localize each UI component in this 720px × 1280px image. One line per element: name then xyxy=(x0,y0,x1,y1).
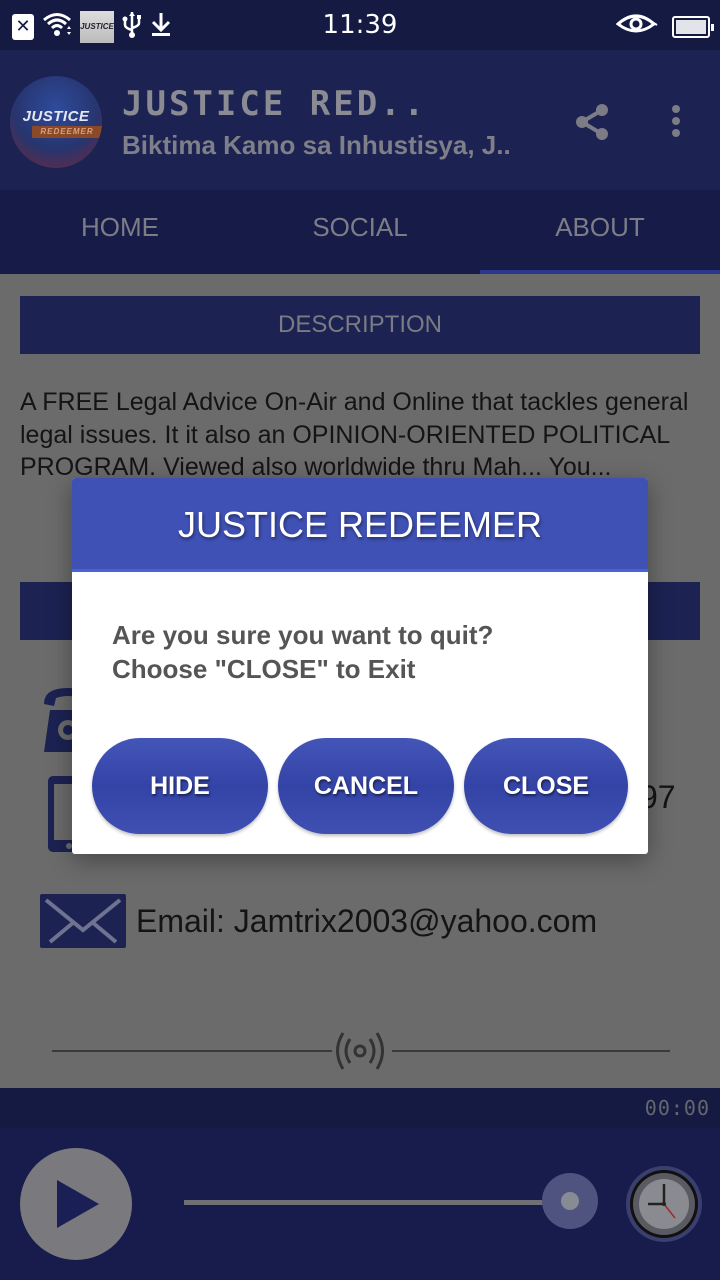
quit-dialog: JUSTICE REDEEMER Are you sure you want t… xyxy=(72,478,648,854)
play-button[interactable] xyxy=(20,1148,132,1260)
broadcast-icon xyxy=(334,1030,386,1072)
audio-player xyxy=(0,1128,720,1280)
app-logo: JUSTICE REDEEMER xyxy=(10,76,102,168)
dialog-buttons: HIDE CANCEL CLOSE xyxy=(92,738,632,834)
description-text: A FREE Legal Advice On-Air and Online th… xyxy=(20,388,689,481)
app-bar: JUSTICE REDEEMER JUSTICE RED.. Biktima K… xyxy=(0,50,720,190)
tab-social[interactable]: SOCIAL xyxy=(240,190,480,274)
player-timer-bar: 00:00 xyxy=(0,1088,720,1128)
tab-bar: HOME SOCIAL ABOUT xyxy=(0,190,720,274)
battery-icon xyxy=(672,15,714,38)
seek-bar[interactable] xyxy=(184,1200,544,1205)
logo-text-justice: JUSTICE xyxy=(22,108,90,125)
email-address[interactable]: Email: Jamtrix2003@yahoo.com xyxy=(136,903,597,940)
status-bar: ✕ JUSTICE 11:39 xyxy=(0,0,720,50)
status-time: 11:39 xyxy=(322,10,398,40)
seek-thumb[interactable] xyxy=(542,1173,598,1229)
sleep-timer-icon[interactable] xyxy=(624,1164,704,1244)
app-subtitle: Biktima Kamo sa Inhustisya, J.. xyxy=(122,130,511,160)
cancel-button[interactable]: CANCEL xyxy=(278,738,454,834)
share-icon[interactable] xyxy=(570,100,614,144)
logo-text-redeemer: REDEEMER xyxy=(32,126,102,138)
hide-button[interactable]: HIDE xyxy=(92,738,268,834)
app-title: JUSTICE RED.. xyxy=(122,84,428,124)
divider-right xyxy=(392,1050,670,1052)
dialog-title: JUSTICE REDEEMER xyxy=(72,478,648,572)
mail-icon xyxy=(40,894,126,948)
close-button[interactable]: CLOSE xyxy=(464,738,628,834)
status-bar-right-icons xyxy=(615,12,714,41)
description-header: DESCRIPTION xyxy=(20,296,700,354)
eye-icon xyxy=(615,12,658,41)
dialog-message-line2: Choose "CLOSE" to Exit xyxy=(112,654,416,684)
tab-home[interactable]: HOME xyxy=(0,190,240,274)
dialog-message-line1: Are you sure you want to quit? xyxy=(112,620,494,650)
more-options-icon[interactable] xyxy=(664,102,688,142)
elapsed-time: 00:00 xyxy=(644,1096,710,1120)
tab-about[interactable]: ABOUT xyxy=(480,190,720,274)
dialog-message: Are you sure you want to quit? Choose "C… xyxy=(112,618,493,686)
email-row[interactable]: Email: Jamtrix2003@yahoo.com xyxy=(40,894,597,948)
divider-left xyxy=(52,1050,332,1052)
